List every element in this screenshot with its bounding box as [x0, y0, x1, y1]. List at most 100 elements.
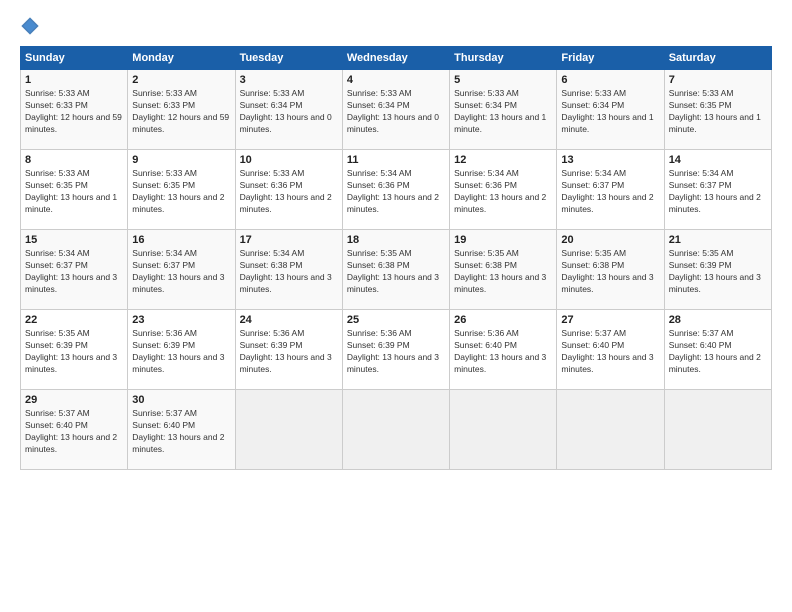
- day-info: Sunrise: 5:33 AMSunset: 6:33 PMDaylight:…: [25, 88, 123, 136]
- day-number: 16: [132, 234, 230, 246]
- calendar-header-saturday: Saturday: [664, 47, 771, 70]
- day-info: Sunrise: 5:34 AMSunset: 6:37 PMDaylight:…: [25, 248, 123, 296]
- calendar-day-11: 11 Sunrise: 5:34 AMSunset: 6:36 PMDayligh…: [342, 150, 449, 230]
- calendar-day-14: 14Sunrise: 5:34 AMSunset: 6:37 PMDayligh…: [664, 150, 771, 230]
- day-info: Sunrise: 5:37 AMSunset: 6:40 PMDaylight:…: [561, 328, 659, 376]
- day-number: 26: [454, 314, 552, 326]
- calendar-day-7: 7 Sunrise: 5:33 AMSunset: 6:35 PMDaylight…: [664, 70, 771, 150]
- calendar-day-30: 30 Sunrise: 5:37 AMSunset: 6:40 PMDayligh…: [128, 390, 235, 470]
- day-info: Sunrise: 5:35 AMSunset: 6:38 PMDaylight:…: [454, 248, 552, 296]
- day-info: Sunrise: 5:34 AMSunset: 6:37 PMDaylight:…: [669, 168, 767, 216]
- calendar-day-16: 16 Sunrise: 5:34 AMSunset: 6:37 PMDayligh…: [128, 230, 235, 310]
- empty-cell: [235, 390, 342, 470]
- day-number: 30: [132, 394, 230, 406]
- day-number: 20: [561, 234, 659, 246]
- day-info: Sunrise: 5:33 AMSunset: 6:35 PMDaylight:…: [25, 168, 123, 216]
- day-number: 15: [25, 234, 123, 246]
- calendar-day-27: 27 Sunrise: 5:37 AMSunset: 6:40 PMDayligh…: [557, 310, 664, 390]
- day-number: 12: [454, 154, 552, 166]
- calendar-header-sunday: Sunday: [21, 47, 128, 70]
- calendar-header-monday: Monday: [128, 47, 235, 70]
- calendar-day-15: 15 Sunrise: 5:34 AMSunset: 6:37 PMDayligh…: [21, 230, 128, 310]
- day-info: Sunrise: 5:35 AMSunset: 6:39 PMDaylight:…: [25, 328, 123, 376]
- calendar-day-28: 28 Sunrise: 5:37 AMSunset: 6:40 PMDayligh…: [664, 310, 771, 390]
- calendar-day-8: 8 Sunrise: 5:33 AMSunset: 6:35 PMDaylight…: [21, 150, 128, 230]
- day-number: 10: [240, 154, 338, 166]
- day-info: Sunrise: 5:34 AMSunset: 6:37 PMDaylight:…: [132, 248, 230, 296]
- empty-cell: [342, 390, 449, 470]
- day-number: 6: [561, 74, 659, 86]
- day-number: 19: [454, 234, 552, 246]
- day-number: 7: [669, 74, 767, 86]
- calendar-day-5: 5 Sunrise: 5:33 AMSunset: 6:34 PMDaylight…: [450, 70, 557, 150]
- calendar-day-12: 12 Sunrise: 5:34 AMSunset: 6:36 PMDayligh…: [450, 150, 557, 230]
- day-number: 28: [669, 314, 767, 326]
- calendar-table: SundayMondayTuesdayWednesdayThursdayFrid…: [20, 46, 772, 470]
- day-number: 3: [240, 74, 338, 86]
- day-info: Sunrise: 5:36 AMSunset: 6:39 PMDaylight:…: [132, 328, 230, 376]
- day-number: 2: [132, 74, 230, 86]
- day-number: 8: [25, 154, 123, 166]
- calendar-day-26: 26 Sunrise: 5:36 AMSunset: 6:40 PMDayligh…: [450, 310, 557, 390]
- calendar-week-2: 8 Sunrise: 5:33 AMSunset: 6:35 PMDaylight…: [21, 150, 772, 230]
- calendar-header-thursday: Thursday: [450, 47, 557, 70]
- calendar-day-19: 19 Sunrise: 5:35 AMSunset: 6:38 PMDayligh…: [450, 230, 557, 310]
- calendar-day-2: 2 Sunrise: 5:33 AMSunset: 6:33 PMDaylight…: [128, 70, 235, 150]
- day-number: 25: [347, 314, 445, 326]
- calendar-day-10: 10 Sunrise: 5:33 AMSunset: 6:36 PMDayligh…: [235, 150, 342, 230]
- day-info: Sunrise: 5:33 AMSunset: 6:34 PMDaylight:…: [561, 88, 659, 136]
- calendar-week-1: 1 Sunrise: 5:33 AMSunset: 6:33 PMDaylight…: [21, 70, 772, 150]
- logo-icon: [20, 16, 40, 36]
- day-number: 27: [561, 314, 659, 326]
- day-info: Sunrise: 5:36 AMSunset: 6:40 PMDaylight:…: [454, 328, 552, 376]
- calendar-header-tuesday: Tuesday: [235, 47, 342, 70]
- day-info: Sunrise: 5:34 AMSunset: 6:36 PMDaylight:…: [347, 168, 445, 216]
- calendar-week-4: 22Sunrise: 5:35 AMSunset: 6:39 PMDayligh…: [21, 310, 772, 390]
- calendar-day-1: 1 Sunrise: 5:33 AMSunset: 6:33 PMDaylight…: [21, 70, 128, 150]
- day-info: Sunrise: 5:33 AMSunset: 6:34 PMDaylight:…: [240, 88, 338, 136]
- empty-cell: [450, 390, 557, 470]
- calendar-day-18: 18 Sunrise: 5:35 AMSunset: 6:38 PMDayligh…: [342, 230, 449, 310]
- day-info: Sunrise: 5:35 AMSunset: 6:38 PMDaylight:…: [561, 248, 659, 296]
- day-number: 18: [347, 234, 445, 246]
- day-number: 13: [561, 154, 659, 166]
- day-number: 24: [240, 314, 338, 326]
- day-number: 11: [347, 154, 445, 166]
- calendar-day-9: 9Sunrise: 5:33 AMSunset: 6:35 PMDaylight…: [128, 150, 235, 230]
- day-info: Sunrise: 5:36 AMSunset: 6:39 PMDaylight:…: [240, 328, 338, 376]
- day-info: Sunrise: 5:34 AMSunset: 6:36 PMDaylight:…: [454, 168, 552, 216]
- day-number: 23: [132, 314, 230, 326]
- calendar-header-row: SundayMondayTuesdayWednesdayThursdayFrid…: [21, 47, 772, 70]
- day-info: Sunrise: 5:35 AMSunset: 6:39 PMDaylight:…: [669, 248, 767, 296]
- calendar-week-3: 15 Sunrise: 5:34 AMSunset: 6:37 PMDayligh…: [21, 230, 772, 310]
- calendar-day-24: 24 Sunrise: 5:36 AMSunset: 6:39 PMDayligh…: [235, 310, 342, 390]
- calendar-week-5: 29 Sunrise: 5:37 AMSunset: 6:40 PMDayligh…: [21, 390, 772, 470]
- calendar-header-friday: Friday: [557, 47, 664, 70]
- day-info: Sunrise: 5:35 AMSunset: 6:38 PMDaylight:…: [347, 248, 445, 296]
- day-number: 29: [25, 394, 123, 406]
- calendar-day-25: 25Sunrise: 5:36 AMSunset: 6:39 PMDayligh…: [342, 310, 449, 390]
- calendar-header-wednesday: Wednesday: [342, 47, 449, 70]
- calendar-day-17: 17Sunrise: 5:34 AMSunset: 6:38 PMDayligh…: [235, 230, 342, 310]
- day-info: Sunrise: 5:33 AMSunset: 6:33 PMDaylight:…: [132, 88, 230, 136]
- calendar-day-6: 6 Sunrise: 5:33 AMSunset: 6:34 PMDaylight…: [557, 70, 664, 150]
- day-info: Sunrise: 5:34 AMSunset: 6:37 PMDaylight:…: [561, 168, 659, 216]
- day-info: Sunrise: 5:33 AMSunset: 6:35 PMDaylight:…: [669, 88, 767, 136]
- day-number: 4: [347, 74, 445, 86]
- day-number: 5: [454, 74, 552, 86]
- calendar-day-3: 3 Sunrise: 5:33 AMSunset: 6:34 PMDaylight…: [235, 70, 342, 150]
- day-info: Sunrise: 5:37 AMSunset: 6:40 PMDaylight:…: [669, 328, 767, 376]
- day-number: 17: [240, 234, 338, 246]
- calendar-day-21: 21Sunrise: 5:35 AMSunset: 6:39 PMDayligh…: [664, 230, 771, 310]
- day-info: Sunrise: 5:37 AMSunset: 6:40 PMDaylight:…: [25, 408, 123, 456]
- day-info: Sunrise: 5:33 AMSunset: 6:36 PMDaylight:…: [240, 168, 338, 216]
- day-info: Sunrise: 5:33 AMSunset: 6:35 PMDaylight:…: [132, 168, 230, 216]
- day-info: Sunrise: 5:33 AMSunset: 6:34 PMDaylight:…: [454, 88, 552, 136]
- calendar-day-13: 13 Sunrise: 5:34 AMSunset: 6:37 PMDayligh…: [557, 150, 664, 230]
- calendar-day-23: 23 Sunrise: 5:36 AMSunset: 6:39 PMDayligh…: [128, 310, 235, 390]
- day-info: Sunrise: 5:33 AMSunset: 6:34 PMDaylight:…: [347, 88, 445, 136]
- page: SundayMondayTuesdayWednesdayThursdayFrid…: [0, 0, 792, 612]
- day-info: Sunrise: 5:37 AMSunset: 6:40 PMDaylight:…: [132, 408, 230, 456]
- day-number: 1: [25, 74, 123, 86]
- empty-cell: [557, 390, 664, 470]
